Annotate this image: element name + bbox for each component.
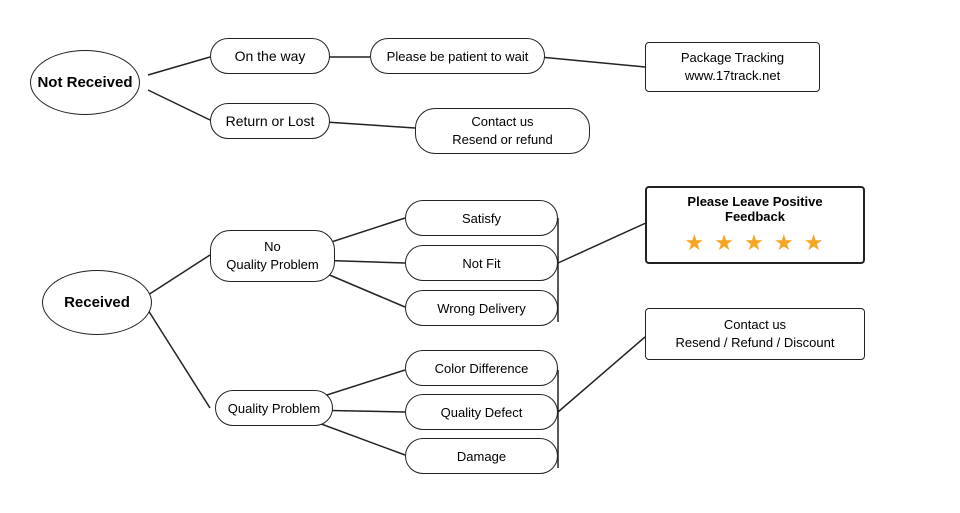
quality-problem-node: Quality Problem: [215, 390, 333, 426]
return-or-lost-node: Return or Lost: [210, 103, 330, 139]
feedback-title: Please Leave Positive Feedback: [657, 194, 853, 224]
contact-resend-refund-discount-node: Contact usResend / Refund / Discount: [645, 308, 865, 360]
not-fit-node: Not Fit: [405, 245, 558, 281]
color-difference-node: Color Difference: [405, 350, 558, 386]
wrong-delivery-node: Wrong Delivery: [405, 290, 558, 326]
received-node: Received: [42, 270, 152, 335]
positive-feedback-box: Please Leave Positive Feedback ★ ★ ★ ★ ★: [645, 186, 865, 264]
no-quality-problem-node: NoQuality Problem: [210, 230, 335, 282]
on-the-way-node: On the way: [210, 38, 330, 74]
satisfy-node: Satisfy: [405, 200, 558, 236]
not-received-node: Not Received: [30, 50, 140, 115]
patient-node: Please be patient to wait: [370, 38, 545, 74]
diagram: Not Received On the way Return or Lost P…: [0, 0, 960, 513]
package-tracking-node: Package Tracking www.17track.net: [645, 42, 820, 92]
stars-display: ★ ★ ★ ★ ★: [657, 230, 853, 256]
damage-node: Damage: [405, 438, 558, 474]
contact-resend-refund-node: Contact usResend or refund: [415, 108, 590, 154]
quality-defect-node: Quality Defect: [405, 394, 558, 430]
